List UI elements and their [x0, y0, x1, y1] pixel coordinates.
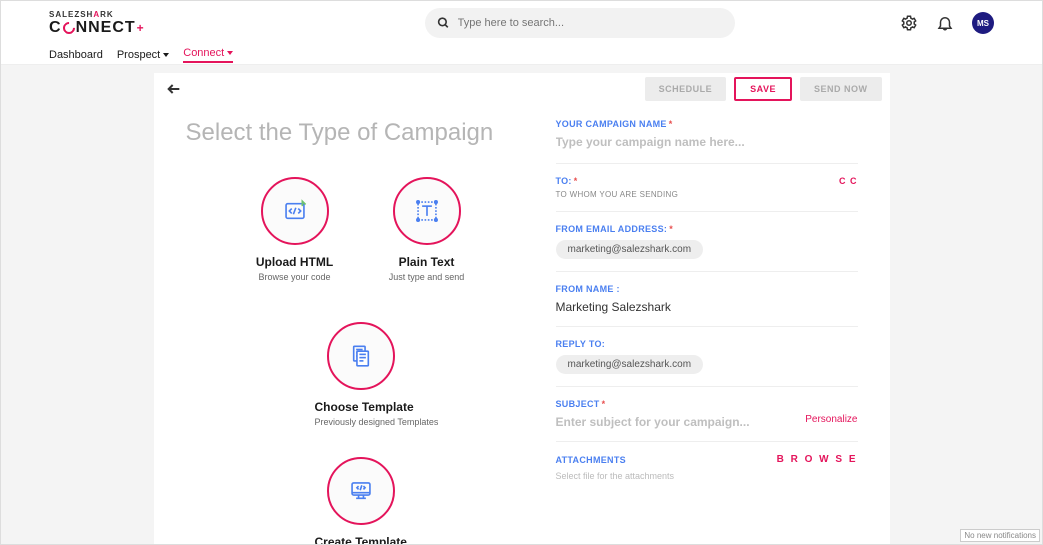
card-sub: Previously designed Templates [315, 417, 407, 427]
field-to: TO:* C C TO WHOM YOU ARE SENDING [556, 176, 858, 212]
field-reply-to: REPLY TO: marketing@salezshark.com [556, 339, 858, 387]
main-nav: Dashboard Prospect Connect [1, 45, 1042, 65]
subject-input[interactable] [556, 415, 806, 429]
campaign-type-panel: Select the Type of Campaign Upload HTML … [186, 119, 556, 545]
field-campaign-name: YOUR CAMPAIGN NAME* [556, 119, 858, 164]
card-title: Plain Text [381, 255, 473, 269]
action-bar: SCHEDULE SAVE SEND NOW [154, 73, 890, 101]
from-name-value[interactable]: Marketing Salezshark [556, 300, 858, 314]
field-from-email: FROM EMAIL ADDRESS:* marketing@salezshar… [556, 224, 858, 272]
cc-button[interactable]: C C [839, 176, 858, 186]
brand-logo[interactable]: SALEZSHARK CNNECT+ [49, 10, 145, 37]
field-from-name: FROM NAME : Marketing Salezshark [556, 284, 858, 327]
card-upload-html[interactable]: Upload HTML Browse your code [249, 177, 341, 282]
text-icon [414, 198, 440, 224]
chevron-down-icon [227, 51, 233, 55]
browse-button[interactable]: B R O W S E [777, 454, 858, 465]
campaign-form: YOUR CAMPAIGN NAME* TO:* C C TO WHOM YOU… [556, 119, 858, 545]
search-icon [437, 16, 450, 30]
brand-o-icon [60, 19, 77, 36]
code-upload-icon [282, 198, 308, 224]
template-icon [348, 343, 374, 369]
card-choose-template[interactable]: Choose Template Previously designed Temp… [315, 322, 407, 427]
save-button[interactable]: SAVE [734, 77, 792, 101]
notification-badge[interactable]: No new notifications [960, 529, 1040, 542]
card-create-template[interactable]: Create Template Design your own template [315, 457, 407, 545]
back-arrow-icon[interactable] [166, 81, 182, 97]
card-sub: Browse your code [249, 272, 341, 282]
card-title: Choose Template [315, 400, 407, 414]
from-email-pill[interactable]: marketing@salezshark.com [556, 240, 704, 259]
brand-maintext: CNNECT+ [49, 19, 145, 37]
search-box[interactable] [425, 8, 735, 38]
card-title: Create Template [315, 535, 407, 545]
card-title: Upload HTML [249, 255, 341, 269]
bell-icon[interactable] [936, 14, 954, 32]
main-header: SALEZSHARK CNNECT+ MS [1, 1, 1042, 45]
body-area: SCHEDULE SAVE SEND NOW Select the Type o… [1, 65, 1042, 545]
reply-to-pill[interactable]: marketing@salezshark.com [556, 355, 704, 374]
send-now-button[interactable]: SEND NOW [800, 77, 882, 101]
schedule-button[interactable]: SCHEDULE [645, 77, 727, 101]
monitor-code-icon [348, 478, 374, 504]
to-hint: TO WHOM YOU ARE SENDING [556, 190, 858, 199]
field-subject: SUBJECT* Personalize [556, 399, 858, 442]
nav-item-prospect[interactable]: Prospect [117, 49, 169, 61]
personalize-button[interactable]: Personalize [805, 414, 857, 425]
content-card: SCHEDULE SAVE SEND NOW Select the Type o… [154, 73, 890, 545]
campaign-name-input[interactable] [556, 135, 858, 149]
gear-icon[interactable] [900, 14, 918, 32]
field-attachments: ATTACHMENTS B R O W S E Select file for … [556, 454, 858, 493]
card-sub: Just type and send [381, 272, 473, 282]
avatar[interactable]: MS [972, 12, 994, 34]
attachments-hint: Select file for the attachments [556, 471, 858, 481]
chevron-down-icon [163, 53, 169, 57]
brand-toptext: SALEZSHARK [49, 10, 145, 19]
search-input[interactable] [458, 17, 723, 29]
card-plain-text[interactable]: Plain Text Just type and send [381, 177, 473, 282]
nav-item-dashboard[interactable]: Dashboard [49, 49, 103, 61]
nav-item-connect[interactable]: Connect [183, 47, 233, 63]
page-title: Select the Type of Campaign [186, 119, 536, 147]
